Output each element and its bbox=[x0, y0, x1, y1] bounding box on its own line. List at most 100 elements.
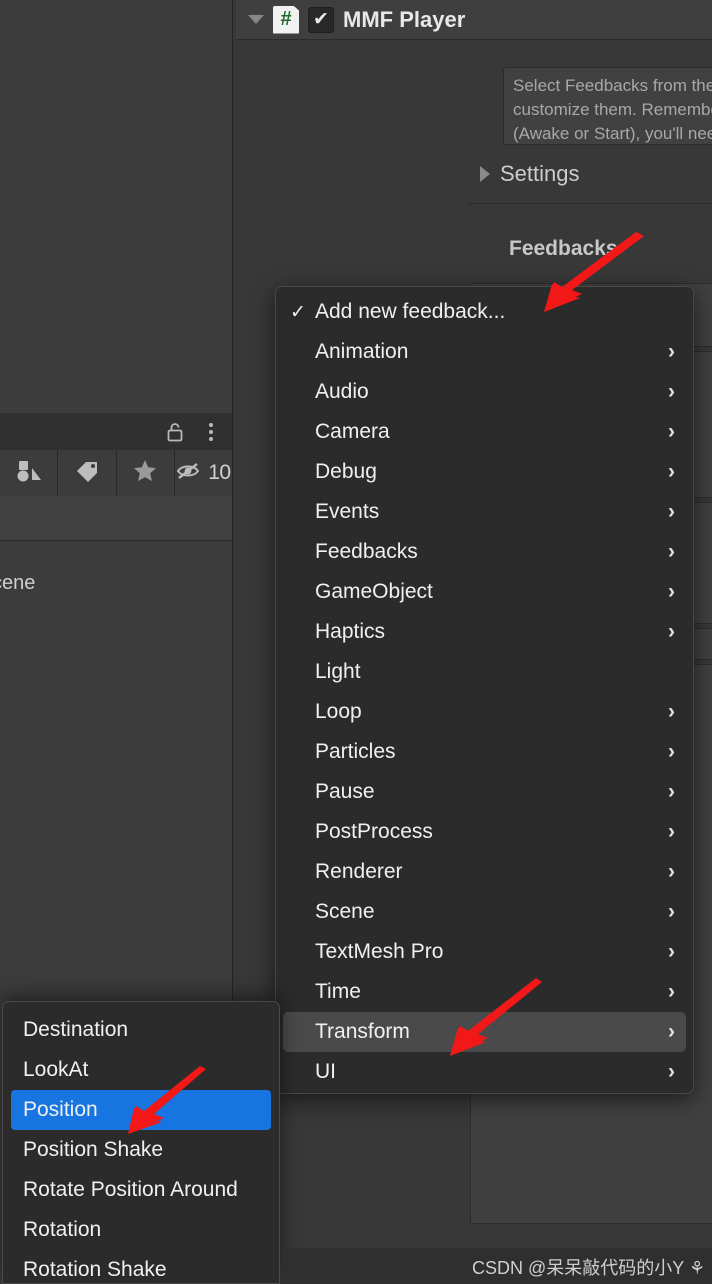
submenu-item-label: Destination bbox=[23, 1018, 129, 1041]
check-icon: ✓ bbox=[290, 301, 306, 323]
menu-item-audio[interactable]: Audio › bbox=[276, 372, 693, 412]
menu-item-label: Pause bbox=[315, 780, 375, 803]
menu-item-animation[interactable]: Animation › bbox=[276, 332, 693, 372]
menu-item-label: Feedbacks bbox=[315, 540, 418, 563]
menu-item-label: Loop bbox=[315, 700, 362, 723]
menu-item-transform[interactable]: Transform › bbox=[283, 1012, 686, 1052]
panel-toolbar bbox=[0, 413, 233, 450]
menu-item-events[interactable]: Events › bbox=[276, 492, 693, 532]
submenu-item-rotation-shake[interactable]: Rotation Shake bbox=[3, 1250, 279, 1283]
submenu-item-label: Rotation bbox=[23, 1218, 102, 1241]
logo-glyph: ⚘ bbox=[688, 1258, 706, 1278]
filter-favorite[interactable] bbox=[117, 450, 175, 496]
menu-item-scene[interactable]: Scene › bbox=[276, 892, 693, 932]
menu-item-label: Scene bbox=[315, 900, 375, 923]
submenu-item-label: Rotation Shake bbox=[23, 1258, 167, 1281]
hierarchy-search-row[interactable] bbox=[0, 496, 233, 541]
submenu-item-lookat[interactable]: LookAt bbox=[3, 1050, 279, 1090]
watermark-text: CSDN @呆呆敲代码的小Y ⚘ bbox=[472, 1254, 705, 1280]
menu-item-camera[interactable]: Camera › bbox=[276, 412, 693, 452]
menu-item-label: Add new feedback... bbox=[315, 300, 506, 323]
hierarchy-list-area[interactable] bbox=[0, 0, 233, 413]
shapes-icon bbox=[16, 459, 42, 488]
chevron-right-icon: › bbox=[668, 380, 675, 403]
submenu-item-rotate-position-around[interactable]: Rotate Position Around bbox=[3, 1170, 279, 1210]
chevron-right-icon: › bbox=[668, 1020, 675, 1043]
chevron-right-icon: › bbox=[668, 740, 675, 763]
feedbacks-section-title: Feedbacks bbox=[509, 237, 618, 260]
eye-off-icon bbox=[176, 460, 204, 487]
component-enabled-checkbox[interactable]: ✔ bbox=[308, 6, 334, 33]
help-line-2: customize them. Remember, if you don't u… bbox=[513, 100, 712, 119]
hidden-count-label: 10 bbox=[208, 461, 231, 484]
menu-item-textmesh-pro[interactable]: TextMesh Pro › bbox=[276, 932, 693, 972]
menu-item-label: TextMesh Pro bbox=[315, 940, 444, 963]
submenu-item-position[interactable]: Position bbox=[11, 1090, 271, 1130]
menu-item-label: UI bbox=[315, 1060, 336, 1083]
help-box: Select Feedbacks from the 'add a feedbac… bbox=[503, 67, 712, 145]
menu-item-label: Animation bbox=[315, 340, 409, 363]
chevron-right-icon: › bbox=[668, 420, 675, 443]
unity-editor-screenshot: 10 cene # ✔ MMF Player Select Feedbacks … bbox=[0, 0, 712, 1284]
chevron-right-icon: › bbox=[668, 580, 675, 603]
hierarchy-filter-bar: 10 bbox=[0, 450, 233, 496]
submenu-item-label: Position bbox=[23, 1098, 98, 1121]
settings-foldout[interactable]: Settings bbox=[480, 158, 712, 190]
menu-item-time[interactable]: Time › bbox=[276, 972, 693, 1012]
menu-item-label: Particles bbox=[315, 740, 396, 763]
chevron-right-icon: › bbox=[668, 820, 675, 843]
chevron-right-icon: › bbox=[668, 540, 675, 563]
triangle-down-icon[interactable] bbox=[248, 15, 264, 24]
menu-item-gameobject[interactable]: GameObject › bbox=[276, 572, 693, 612]
menu-item-label: Audio bbox=[315, 380, 369, 403]
submenu-item-destination[interactable]: Destination bbox=[3, 1010, 279, 1050]
chevron-right-icon: › bbox=[668, 1060, 675, 1083]
menu-item-label: Renderer bbox=[315, 860, 403, 883]
csharp-script-icon: # bbox=[273, 5, 299, 34]
menu-item-renderer[interactable]: Renderer › bbox=[276, 852, 693, 892]
menu-item-loop[interactable]: Loop › bbox=[276, 692, 693, 732]
chevron-right-icon: › bbox=[668, 900, 675, 923]
component-header[interactable]: # ✔ MMF Player bbox=[236, 0, 712, 40]
menu-item-label: Transform bbox=[315, 1020, 410, 1043]
scene-name-label: cene bbox=[0, 572, 36, 594]
menu-item-light[interactable]: Light bbox=[276, 652, 693, 692]
chevron-right-icon: › bbox=[668, 620, 675, 643]
section-divider bbox=[469, 203, 712, 204]
menu-item-haptics[interactable]: Haptics › bbox=[276, 612, 693, 652]
submenu-item-position-shake[interactable]: Position Shake bbox=[3, 1130, 279, 1170]
submenu-item-label: Position Shake bbox=[23, 1138, 164, 1161]
chevron-right-icon: › bbox=[668, 500, 675, 523]
kebab-menu-icon[interactable] bbox=[200, 421, 222, 443]
watermark-label: CSDN @呆呆敲代码的小Y bbox=[472, 1258, 684, 1278]
menu-item-add-new-feedback[interactable]: ✓ Add new feedback... bbox=[276, 292, 693, 332]
menu-item-label: PostProcess bbox=[315, 820, 433, 843]
menu-item-label: GameObject bbox=[315, 580, 433, 603]
menu-item-postprocess[interactable]: PostProcess › bbox=[276, 812, 693, 852]
menu-item-label: Light bbox=[315, 660, 361, 683]
submenu-item-label: Rotate Position Around bbox=[23, 1178, 238, 1201]
filter-tag[interactable] bbox=[58, 450, 117, 496]
help-line-3: (Awake or Start), you'll need to initial… bbox=[513, 124, 712, 143]
menu-item-label: Time bbox=[315, 980, 361, 1003]
transform-submenu[interactable]: Destination LookAt Position Position Shake R… bbox=[2, 1001, 280, 1284]
tag-icon bbox=[75, 460, 99, 487]
settings-label: Settings bbox=[500, 161, 580, 186]
chevron-right-icon: › bbox=[668, 940, 675, 963]
menu-item-debug[interactable]: Debug › bbox=[276, 452, 693, 492]
menu-item-feedbacks[interactable]: Feedbacks › bbox=[276, 532, 693, 572]
filter-gameobject[interactable] bbox=[0, 450, 59, 496]
star-icon bbox=[133, 459, 157, 487]
menu-item-label: Haptics bbox=[315, 620, 386, 643]
menu-item-label: Debug bbox=[315, 460, 377, 483]
menu-item-pause[interactable]: Pause › bbox=[276, 772, 693, 812]
menu-item-label: Events bbox=[315, 500, 380, 523]
add-new-feedback-dropdown[interactable]: ✓ Add new feedback... Animation › Audio › Came… bbox=[275, 286, 694, 1094]
chevron-right-icon: › bbox=[668, 860, 675, 883]
lock-open-icon[interactable] bbox=[164, 421, 186, 443]
filter-hidden[interactable]: 10 bbox=[175, 450, 232, 496]
menu-item-particles[interactable]: Particles › bbox=[276, 732, 693, 772]
chevron-right-icon: › bbox=[668, 340, 675, 363]
menu-item-ui[interactable]: UI › bbox=[276, 1052, 693, 1092]
submenu-item-rotation[interactable]: Rotation bbox=[3, 1210, 279, 1250]
